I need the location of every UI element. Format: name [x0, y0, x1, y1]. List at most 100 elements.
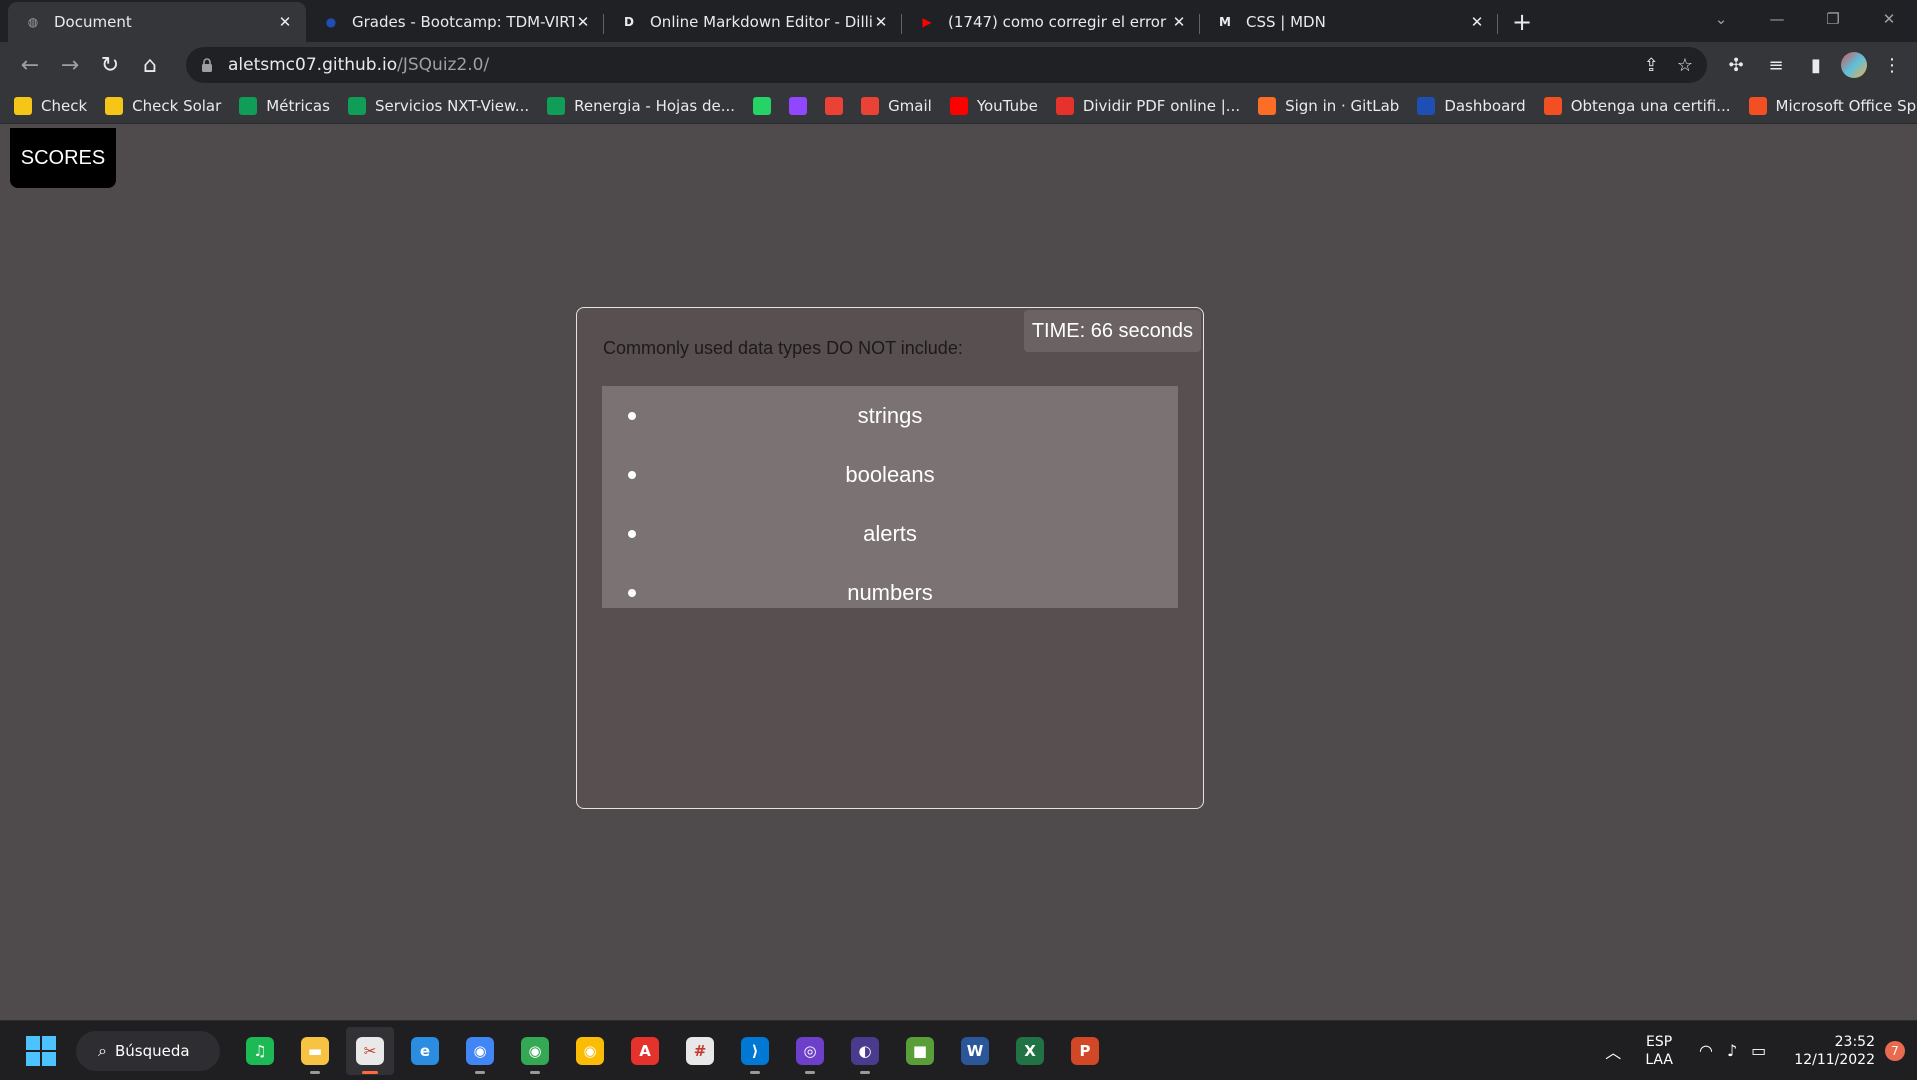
browser-tab[interactable]: ◍ Document ✕	[8, 2, 306, 42]
bookmark-item[interactable]: Microsoft Office Sp...	[1748, 96, 1917, 115]
taskbar-app[interactable]: X	[1006, 1027, 1054, 1075]
chrome-alt-icon: ◉	[576, 1036, 604, 1065]
notification-badge[interactable]: 7	[1885, 1040, 1905, 1061]
bookmark-item[interactable]: Gmail	[861, 96, 932, 115]
bookmark-label: Dividir PDF online |...	[1082, 96, 1241, 115]
close-window-button[interactable]: ✕	[1861, 10, 1917, 28]
new-tab-button[interactable]: +	[1502, 8, 1542, 36]
back-button[interactable]: ←	[10, 45, 50, 85]
canvas-icon	[1417, 96, 1436, 115]
taskbar-app[interactable]: W	[951, 1027, 999, 1075]
home-button[interactable]: ⌂	[130, 45, 170, 85]
share-icon[interactable]: ⇪	[1644, 55, 1659, 76]
bookmark-item[interactable]	[789, 96, 808, 115]
forward-button[interactable]: →	[50, 45, 90, 85]
menu-icon[interactable]: ⋮	[1877, 55, 1907, 76]
language-indicator[interactable]: ESP LAA	[1645, 1033, 1673, 1069]
taskbar-app[interactable]: P	[1061, 1027, 1109, 1075]
browser-tab[interactable]: M CSS | MDN ✕	[1200, 4, 1498, 40]
bookmark-item[interactable]: Renergia - Hojas de...	[547, 96, 736, 115]
taskbar-app[interactable]: ■	[896, 1027, 944, 1075]
bookmark-item[interactable]: Check Solar	[105, 96, 221, 115]
wifi-icon[interactable]: ◠	[1699, 1041, 1713, 1060]
bookmark-item[interactable]: Dashboard	[1417, 96, 1526, 115]
eclipse-icon: ◐	[851, 1036, 879, 1065]
close-tab-icon[interactable]: ✕	[276, 13, 294, 31]
restore-button[interactable]: ❐	[1805, 10, 1861, 28]
bookmark-item[interactable]: Sign in · GitLab	[1258, 96, 1399, 115]
taskbar-search-label: Búsqueda	[114, 1041, 190, 1060]
answer-option[interactable]: booleans	[602, 445, 1178, 504]
bookmark-list: Check Check Solar Métricas Servicios NXT-Vi…	[14, 96, 1917, 115]
twitch-icon	[789, 96, 808, 115]
browser-tab[interactable]: ▶ (1747) como corregir el error 404✕	[902, 4, 1200, 40]
bookmark-label: Gmail	[888, 96, 932, 115]
keyboard-layout: LAA	[1645, 1051, 1673, 1068]
quiz-card: TIME: 66 seconds Commonly used data type…	[576, 307, 1204, 809]
bookmark-label: Dashboard	[1444, 96, 1526, 115]
window-controls: ⌄ — ❐ ✕	[1693, 0, 1917, 38]
close-tab-icon[interactable]: ✕	[1170, 13, 1188, 31]
slack-icon: #	[686, 1036, 714, 1065]
sheets-icon	[547, 96, 566, 115]
tab-title: Document	[54, 13, 132, 31]
taskbar-app[interactable]: e	[401, 1027, 449, 1075]
bookmark-item[interactable]	[753, 96, 772, 115]
taskbar: ⌕ Búsqueda ♫ ▬ ✂ e ◉ ◉ ◉ A # ⟩ ◎ ◐ ■ W X P ︿ ESP LAA ◠ …	[0, 1020, 1917, 1080]
taskbar-app[interactable]: A	[621, 1027, 669, 1075]
taskbar-app[interactable]: ◐	[841, 1027, 889, 1075]
taskbar-app[interactable]: #	[676, 1027, 724, 1075]
address-bar[interactable]: aletsmc07.github.io/JSQuiz2.0/ ⇪ ☆	[186, 47, 1707, 83]
profile-avatar[interactable]	[1841, 52, 1867, 78]
gmail-icon	[861, 96, 880, 115]
taskbar-app[interactable]: ◉	[511, 1027, 559, 1075]
maps-icon	[825, 96, 844, 115]
reading-list-icon[interactable]: ≡	[1761, 55, 1791, 76]
close-tab-icon[interactable]: ✕	[1468, 13, 1486, 31]
close-tab-icon[interactable]: ✕	[872, 13, 890, 31]
powerpoint-icon: P	[1071, 1036, 1099, 1065]
bookmark-label: Métricas	[266, 96, 330, 115]
answer-option[interactable]: alerts	[602, 504, 1178, 563]
taskbar-app[interactable]: ✂	[346, 1026, 394, 1075]
close-tab-icon[interactable]: ✕	[574, 13, 592, 31]
taskbar-app[interactable]: ◎	[786, 1027, 834, 1075]
bookmark-item[interactable]: Check	[14, 96, 87, 115]
word-icon: W	[961, 1036, 989, 1065]
taskbar-search[interactable]: ⌕ Búsqueda	[76, 1030, 220, 1071]
answer-option[interactable]: strings	[602, 386, 1178, 445]
taskbar-app[interactable]: ◉	[566, 1027, 614, 1075]
bullet-icon	[628, 470, 636, 479]
bookmark-star-icon[interactable]: ☆	[1677, 55, 1693, 76]
bookmark-item[interactable]: Servicios NXT-View...	[347, 96, 529, 115]
chrome-icon: ◉	[466, 1036, 494, 1065]
bookmark-item[interactable]: Obtenga una certifi...	[1543, 96, 1731, 115]
bookmark-item[interactable]: Métricas	[239, 96, 330, 115]
clock[interactable]: 23:52 12/11/2022	[1794, 1033, 1875, 1069]
bookmark-item[interactable]: Dividir PDF online |...	[1055, 96, 1241, 115]
answer-option[interactable]: numbers	[602, 563, 1178, 622]
taskbar-app[interactable]: ▬	[291, 1027, 339, 1075]
gitlab-icon	[1258, 96, 1277, 115]
reload-button[interactable]: ↻	[90, 45, 130, 85]
browser-tab[interactable]: D Online Markdown Editor - Dilling ✕	[604, 4, 902, 40]
system-tray: ︿ ESP LAA ◠ ♪ ▭ 23:52 12/11/2022 7	[1605, 1033, 1917, 1069]
show-hidden-icons[interactable]: ︿	[1605, 1039, 1621, 1063]
windows-start-icon[interactable]	[26, 1035, 56, 1066]
tab-search-icon[interactable]: ⌄	[1693, 10, 1749, 28]
browser-tab[interactable]: ● Grades - Bootcamp: TDM-VIRT-F ✕	[306, 4, 604, 40]
tab-title: (1747) como corregir el error 404	[948, 13, 1170, 31]
bookmark-item[interactable]	[825, 96, 844, 115]
taskbar-app[interactable]: ⟩	[731, 1027, 779, 1075]
taskbar-app[interactable]: ♫	[236, 1027, 284, 1075]
bookmark-item[interactable]: YouTube	[949, 96, 1038, 115]
scores-button[interactable]: SCORES	[10, 128, 116, 188]
side-panel-icon[interactable]: ▮	[1801, 55, 1831, 76]
lock-icon[interactable]	[200, 57, 214, 73]
battery-icon[interactable]: ▭	[1751, 1041, 1766, 1060]
extensions-icon[interactable]: ✣	[1721, 55, 1751, 76]
volume-icon[interactable]: ♪	[1727, 1041, 1737, 1060]
minimize-button[interactable]: —	[1749, 10, 1805, 28]
bookmark-label: Renergia - Hojas de...	[574, 96, 736, 115]
taskbar-app[interactable]: ◉	[456, 1027, 504, 1075]
